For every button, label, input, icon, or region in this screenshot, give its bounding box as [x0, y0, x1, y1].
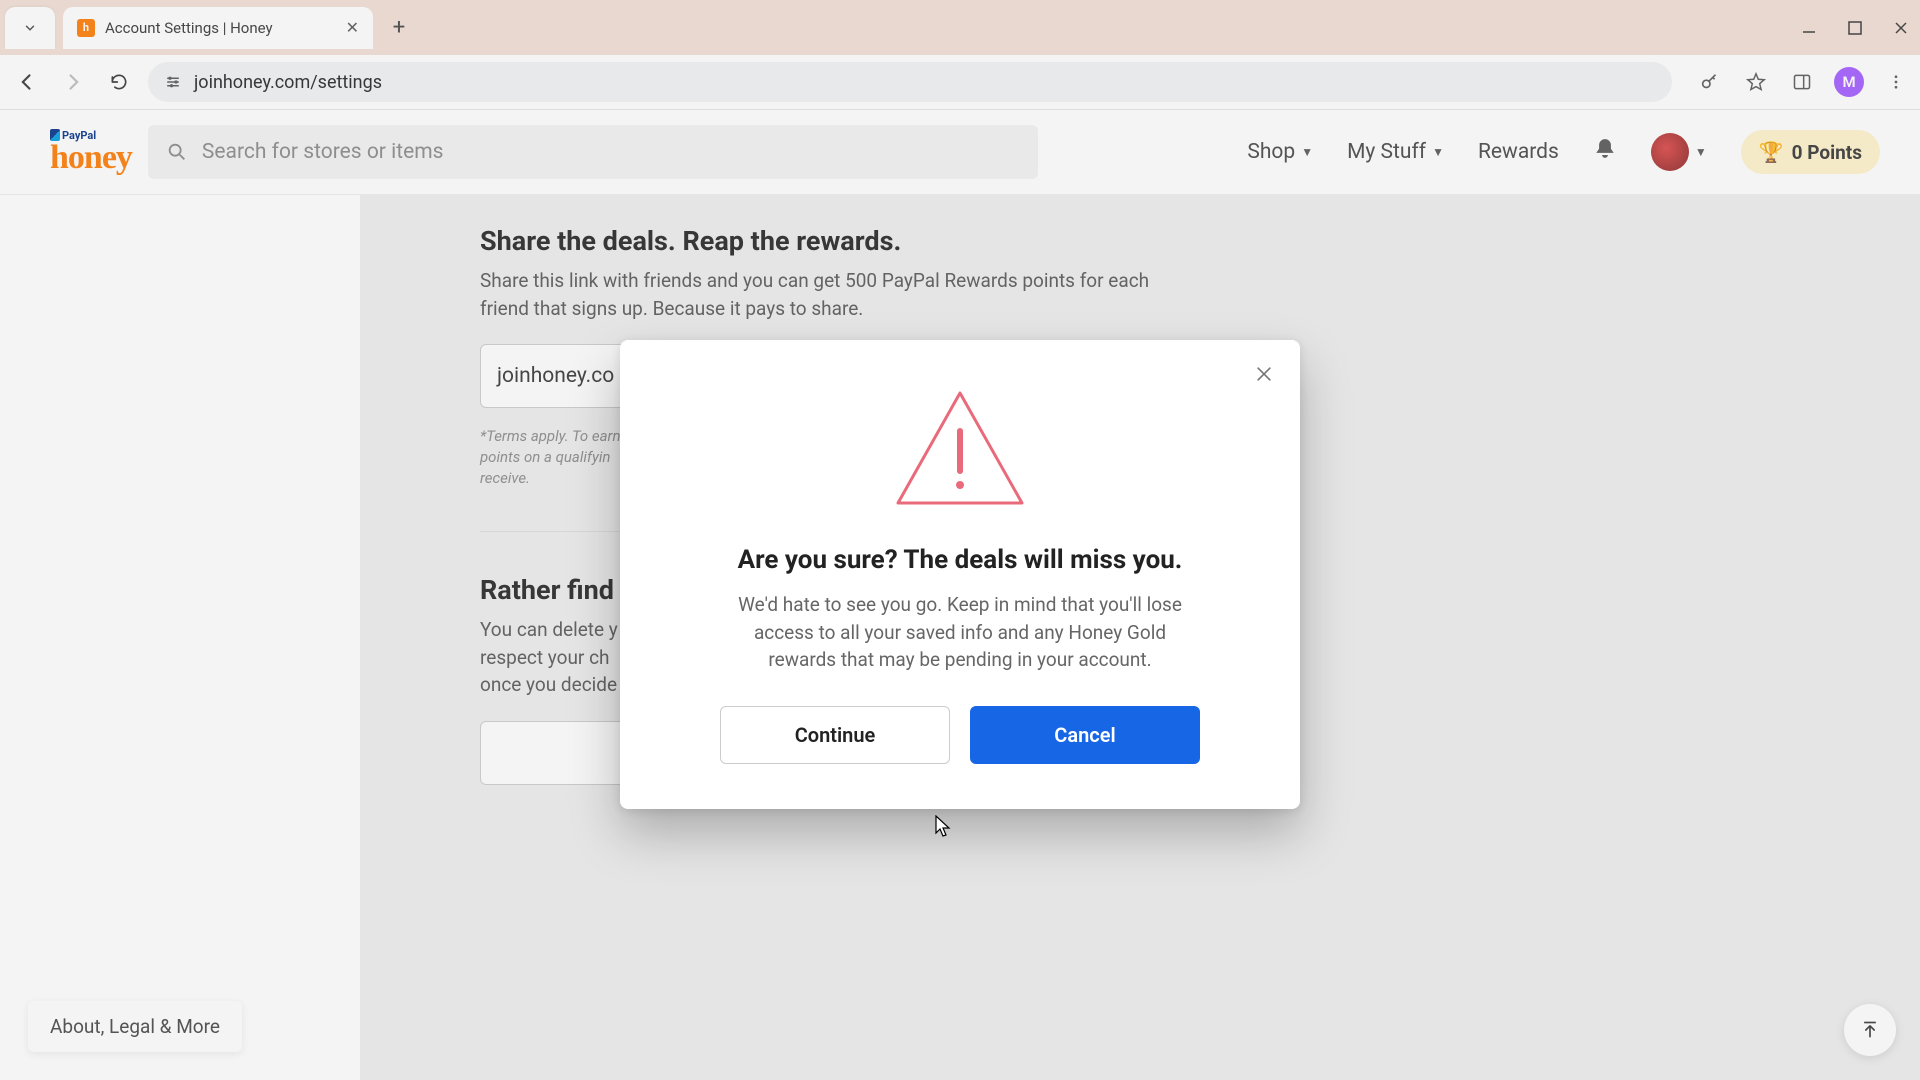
trophy-icon: 🏆 [1759, 140, 1784, 164]
chevron-down-icon: ▼ [1432, 145, 1444, 159]
search-icon [166, 141, 188, 163]
share-section-title: Share the deals. Reap the rewards. [480, 225, 1920, 257]
chevron-down-icon [23, 21, 37, 35]
tab-search-dropdown[interactable] [5, 7, 55, 49]
search-placeholder: Search for stores or items [202, 140, 444, 164]
site-settings-icon[interactable] [164, 73, 182, 91]
browser-tab-strip: h Account Settings | Honey ✕ + [0, 0, 1920, 55]
cancel-button[interactable]: Cancel [970, 706, 1200, 764]
close-icon [1254, 364, 1274, 384]
browser-toolbar: joinhoney.com/settings M [0, 55, 1920, 110]
tab-title: Account Settings | Honey [105, 19, 336, 37]
user-avatar-icon [1651, 133, 1689, 171]
window-controls [1800, 19, 1910, 37]
browser-profile-avatar[interactable]: M [1834, 67, 1864, 97]
points-label: 0 Points [1792, 141, 1862, 164]
honey-wordmark: honey [50, 141, 132, 175]
chevron-down-icon: ▼ [1301, 145, 1313, 159]
delete-confirm-modal: Are you sure? The deals will miss you. W… [620, 340, 1300, 809]
footer-about-link[interactable]: About, Legal & More [28, 1001, 242, 1052]
arrow-right-icon [63, 72, 83, 92]
nav-mystuff[interactable]: My Stuff ▼ [1347, 140, 1444, 164]
forward-button[interactable] [56, 65, 90, 99]
browser-tab[interactable]: h Account Settings | Honey ✕ [63, 7, 373, 49]
modal-title: Are you sure? The deals will miss you. [660, 545, 1260, 575]
reload-button[interactable] [102, 65, 136, 99]
settings-sidebar [0, 195, 360, 1080]
arrow-up-to-line-icon [1860, 1019, 1880, 1041]
nav-shop[interactable]: Shop ▼ [1247, 140, 1313, 164]
url-text: joinhoney.com/settings [194, 72, 382, 93]
address-bar[interactable]: joinhoney.com/settings [148, 62, 1672, 102]
continue-button[interactable]: Continue [720, 706, 950, 764]
close-window-icon[interactable] [1892, 19, 1910, 37]
password-key-icon[interactable] [1696, 68, 1724, 96]
nav-rewards[interactable]: Rewards [1478, 140, 1559, 164]
honey-favicon-icon: h [77, 19, 95, 37]
points-badge[interactable]: 🏆 0 Points [1741, 130, 1880, 174]
search-input[interactable]: Search for stores or items [148, 125, 1038, 179]
notifications-bell-icon[interactable] [1593, 137, 1617, 167]
back-button[interactable] [10, 65, 44, 99]
honey-logo[interactable]: PayPal honey [50, 129, 132, 175]
chevron-down-icon: ▼ [1695, 145, 1707, 159]
kebab-menu-icon[interactable] [1882, 68, 1910, 96]
share-section-desc: Share this link with friends and you can… [480, 267, 1200, 322]
site-header: PayPal honey Search for stores or items … [0, 110, 1920, 195]
account-avatar-menu[interactable]: ▼ [1651, 133, 1707, 171]
reload-icon [109, 72, 129, 92]
scroll-to-top-button[interactable] [1844, 1004, 1896, 1056]
modal-button-row: Continue Cancel [660, 706, 1260, 764]
maximize-icon[interactable] [1846, 19, 1864, 37]
side-panel-icon[interactable] [1788, 68, 1816, 96]
modal-description: We'd hate to see you go. Keep in mind th… [720, 591, 1200, 674]
minimize-icon[interactable] [1800, 19, 1818, 37]
bookmark-star-icon[interactable] [1742, 68, 1770, 96]
tab-close-icon[interactable]: ✕ [346, 18, 359, 37]
warning-triangle-icon [890, 385, 1030, 515]
arrow-left-icon [17, 72, 37, 92]
new-tab-button[interactable]: + [381, 10, 417, 46]
modal-close-button[interactable] [1248, 358, 1280, 390]
